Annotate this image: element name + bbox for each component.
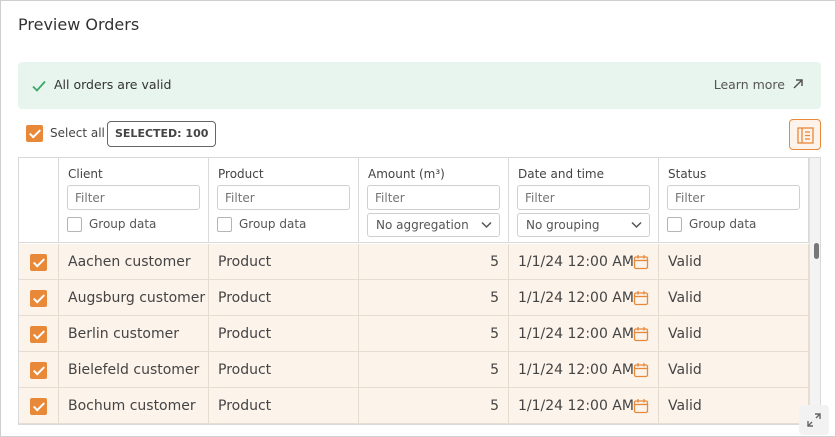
- table-row[interactable]: Augsburg customer Product 5 1/1/24 12:00…: [19, 280, 809, 316]
- calendar-icon[interactable]: [633, 398, 649, 414]
- header-select-column: [19, 158, 59, 243]
- status-cell: Valid: [659, 316, 809, 352]
- product-cell: Product: [209, 280, 359, 316]
- column-label-date-time: Date and time: [518, 167, 604, 181]
- date-cell: 1/1/24 12:00 AM: [509, 316, 659, 352]
- check-icon: [32, 80, 46, 92]
- client-group-checkbox[interactable]: [67, 217, 82, 232]
- calendar-icon[interactable]: [633, 290, 649, 306]
- learn-more-label: Learn more: [713, 77, 785, 92]
- column-settings-button[interactable]: [789, 119, 821, 150]
- date-cell: 1/1/24 12:00 AM: [509, 388, 659, 424]
- row-select-cell: [19, 352, 59, 388]
- resize-handle[interactable]: [799, 405, 829, 435]
- status-filter-input[interactable]: [667, 185, 800, 210]
- date-value: 1/1/24 12:00 AM: [518, 290, 634, 306]
- select-all-checkbox[interactable]: [26, 125, 43, 142]
- chevron-down-icon: [481, 221, 492, 229]
- selected-count-badge: SELECTED: 100: [107, 121, 217, 147]
- calendar-icon[interactable]: [633, 362, 649, 378]
- product-group-label: Group data: [239, 217, 307, 231]
- client-cell: Berlin customer: [59, 316, 209, 352]
- status-cell: Valid: [659, 244, 809, 280]
- status-cell: Valid: [659, 388, 809, 424]
- banner-message: All orders are valid: [54, 77, 172, 92]
- product-filter-input[interactable]: [217, 185, 350, 210]
- row-checkbox[interactable]: [30, 326, 47, 343]
- header-client: Client Group data: [59, 158, 209, 243]
- grouping-select[interactable]: No grouping: [517, 213, 650, 237]
- header-product: Product Group data: [209, 158, 359, 243]
- status-cell: Valid: [659, 352, 809, 388]
- date-value: 1/1/24 12:00 AM: [518, 326, 634, 342]
- columns-icon: [797, 127, 814, 144]
- product-cell: Product: [209, 244, 359, 280]
- product-group-checkbox[interactable]: [217, 217, 232, 232]
- amount-cell: 5: [359, 388, 509, 424]
- amount-cell: 5: [359, 316, 509, 352]
- status-group-label: Group data: [689, 217, 757, 231]
- row-select-cell: [19, 244, 59, 280]
- date-value: 1/1/24 12:00 AM: [518, 362, 634, 378]
- table-row[interactable]: Berlin customer Product 5 1/1/24 12:00 A…: [19, 316, 809, 352]
- row-select-cell: [19, 388, 59, 424]
- expand-icon: [807, 413, 821, 427]
- row-checkbox[interactable]: [30, 254, 47, 271]
- date-cell: 1/1/24 12:00 AM: [509, 352, 659, 388]
- vertical-scrollbar[interactable]: [809, 158, 820, 424]
- grid-body: Aachen customer Product 5 1/1/24 12:00 A…: [19, 244, 809, 424]
- date-value: 1/1/24 12:00 AM: [518, 398, 634, 414]
- row-select-cell: [19, 280, 59, 316]
- header-date-time: Date and time No grouping: [509, 158, 659, 243]
- column-label-client: Client: [68, 167, 103, 181]
- status-cell: Valid: [659, 280, 809, 316]
- grouping-value: No grouping: [526, 218, 600, 232]
- client-cell: Aachen customer: [59, 244, 209, 280]
- date-cell: 1/1/24 12:00 AM: [509, 244, 659, 280]
- table-row[interactable]: Aachen customer Product 5 1/1/24 12:00 A…: [19, 244, 809, 280]
- aggregation-value: No aggregation: [376, 218, 469, 232]
- column-label-product: Product: [218, 167, 264, 181]
- status-group-checkbox[interactable]: [667, 217, 682, 232]
- table-row[interactable]: Bielefeld customer Product 5 1/1/24 12:0…: [19, 352, 809, 388]
- amount-cell: 5: [359, 352, 509, 388]
- preview-orders-panel: Preview Orders All orders are valid Lear…: [0, 0, 836, 437]
- date-cell: 1/1/24 12:00 AM: [509, 280, 659, 316]
- orders-grid: Client Group data Product Group data Amo…: [18, 157, 821, 425]
- chevron-down-icon: [631, 221, 642, 229]
- select-all-label: Select all: [50, 126, 105, 140]
- amount-cell: 5: [359, 280, 509, 316]
- row-select-cell: [19, 316, 59, 352]
- scrollbar-thumb[interactable]: [814, 243, 819, 259]
- page-title: Preview Orders: [18, 15, 140, 34]
- aggregation-select[interactable]: No aggregation: [367, 213, 500, 237]
- learn-more-link[interactable]: Learn more: [714, 77, 804, 92]
- row-checkbox[interactable]: [30, 362, 47, 379]
- date-value: 1/1/24 12:00 AM: [518, 254, 634, 270]
- client-cell: Bielefeld customer: [59, 352, 209, 388]
- product-cell: Product: [209, 316, 359, 352]
- product-cell: Product: [209, 352, 359, 388]
- product-cell: Product: [209, 388, 359, 424]
- column-label-amount: Amount (m³): [368, 167, 445, 181]
- calendar-icon[interactable]: [633, 254, 649, 270]
- client-cell: Bochum customer: [59, 388, 209, 424]
- client-filter-input[interactable]: [67, 185, 200, 210]
- grid-header: Client Group data Product Group data Amo…: [19, 158, 809, 243]
- row-checkbox[interactable]: [30, 398, 47, 415]
- selection-toolbar: Select all SELECTED: 100: [18, 119, 821, 151]
- header-status: Status Group data: [659, 158, 809, 243]
- client-cell: Augsburg customer: [59, 280, 209, 316]
- validation-banner: All orders are valid Learn more: [18, 62, 821, 109]
- client-group-label: Group data: [89, 217, 157, 231]
- header-amount: Amount (m³) No aggregation: [359, 158, 509, 243]
- row-checkbox[interactable]: [30, 290, 47, 307]
- amount-filter-input[interactable]: [367, 185, 500, 210]
- amount-cell: 5: [359, 244, 509, 280]
- external-arrow-icon: [793, 79, 803, 89]
- table-row[interactable]: Bochum customer Product 5 1/1/24 12:00 A…: [19, 388, 809, 424]
- column-label-status: Status: [668, 167, 707, 181]
- calendar-icon[interactable]: [633, 326, 649, 342]
- date-filter-input[interactable]: [517, 185, 650, 210]
